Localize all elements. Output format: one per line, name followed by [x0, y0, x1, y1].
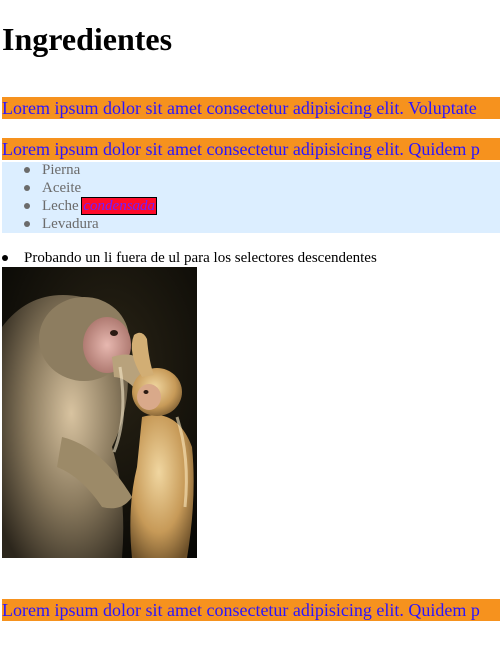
- bullet-icon: [24, 221, 30, 227]
- list-item: Leche condensada: [2, 197, 500, 216]
- outside-list-item-label: Probando un li fuera de ul para los sele…: [24, 250, 377, 266]
- ingredients-list: Pierna Aceite Leche condensada Levadura: [2, 162, 500, 233]
- list-item-label: Levadura: [42, 216, 99, 232]
- bullet-icon: [24, 167, 30, 173]
- list-item-label: Leche: [42, 198, 83, 214]
- highlighted-word: condensada: [81, 197, 158, 215]
- bullet-icon: [24, 185, 30, 191]
- list-item: Pierna: [2, 162, 500, 180]
- lorem-paragraph-2: Lorem ipsum dolor sit amet consectetur a…: [2, 138, 500, 160]
- list-item: Levadura: [2, 216, 500, 234]
- lorem-paragraph-1: Lorem ipsum dolor sit amet consectetur a…: [2, 97, 500, 119]
- bullet-icon: [2, 255, 8, 261]
- list-item-label: Aceite: [42, 180, 82, 196]
- monkeys-photo: [2, 267, 197, 558]
- bullet-icon: [24, 203, 30, 209]
- list-item-label: Pierna: [42, 162, 81, 178]
- lorem-paragraph-3: Lorem ipsum dolor sit amet consectetur a…: [2, 599, 500, 621]
- page: Ingredientes Lorem ipsum dolor sit amet …: [0, 0, 500, 669]
- list-item: Aceite: [2, 180, 500, 198]
- page-title: Ingredientes: [2, 21, 173, 57]
